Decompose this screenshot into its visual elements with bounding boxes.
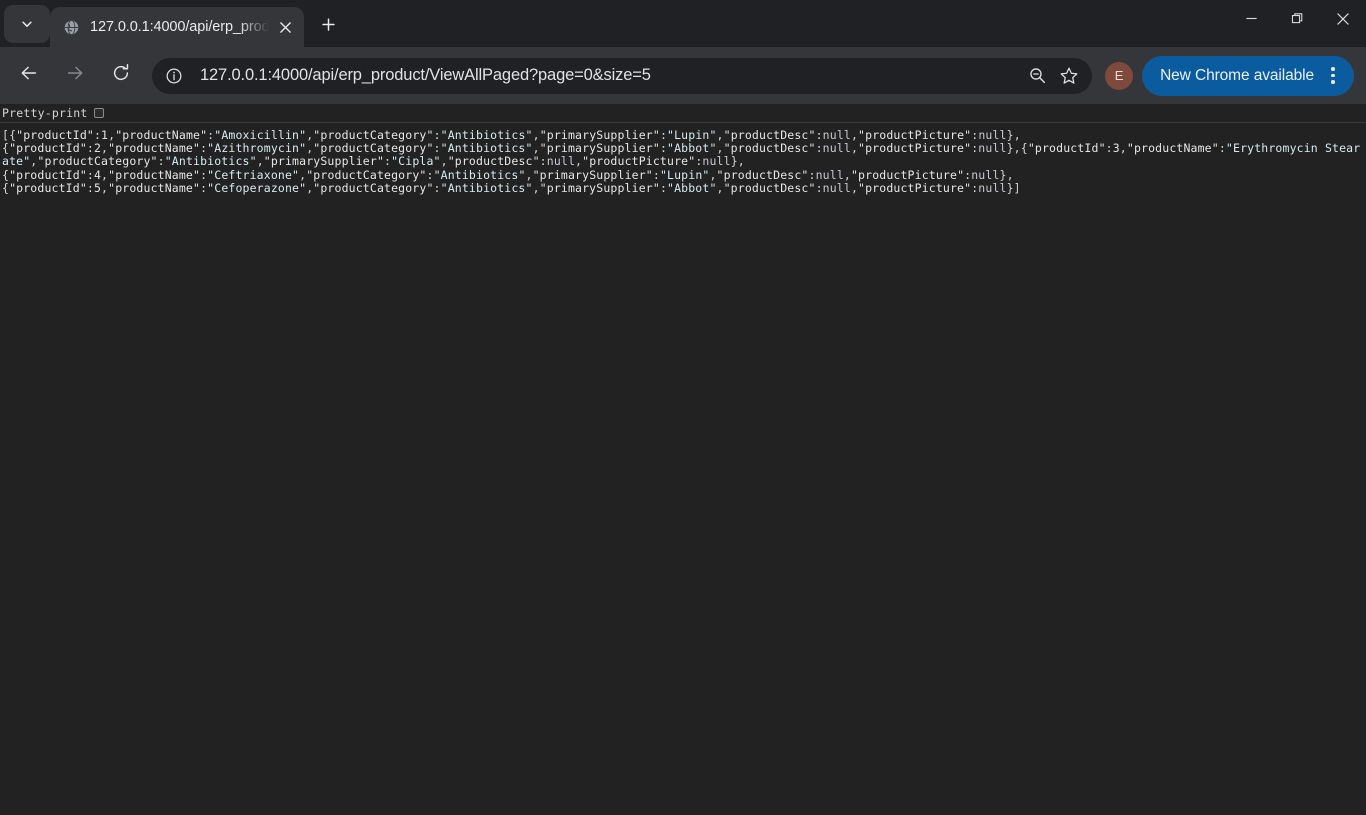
kebab-menu-icon[interactable] (1316, 59, 1350, 93)
info-circle-icon[interactable] (160, 62, 188, 90)
chrome-update-button[interactable]: New Chrome available (1142, 55, 1354, 96)
plus-icon (321, 17, 336, 37)
browser-tab[interactable]: 127.0.0.1:4000/api/erp_product/ (50, 7, 304, 47)
window-minimize-button[interactable] (1228, 0, 1274, 42)
reload-icon (111, 63, 131, 88)
minimize-icon (1245, 12, 1258, 30)
avatar[interactable]: E (1105, 61, 1134, 90)
url-text[interactable]: 127.0.0.1:4000/api/erp_product/ViewAllPa… (200, 66, 1022, 85)
browser-toolbar: 127.0.0.1:4000/api/erp_product/ViewAllPa… (0, 47, 1366, 104)
window-maximize-button[interactable] (1274, 0, 1320, 42)
new-tab-button[interactable] (311, 10, 345, 44)
forward-button[interactable] (57, 58, 93, 94)
window-controls (1228, 0, 1366, 42)
close-icon (1336, 12, 1350, 31)
back-button[interactable] (11, 58, 47, 94)
pretty-print-label: Pretty-print (2, 106, 88, 120)
restore-icon (1291, 12, 1304, 30)
chevron-down-icon (20, 17, 34, 31)
arrow-left-icon (19, 63, 39, 88)
magnifier-icon[interactable] (1022, 61, 1052, 91)
tab-search-button[interactable] (4, 5, 50, 43)
tab-strip: 127.0.0.1:4000/api/erp_product/ (0, 0, 1366, 47)
chrome-update-label: New Chrome available (1160, 66, 1314, 84)
page-content: Pretty-print [{"productId":1,"productNam… (0, 104, 1366, 815)
json-response-body: [{"productId":1,"productName":"Amoxicill… (2, 128, 1361, 195)
pretty-print-bar: Pretty-print (0, 104, 1366, 123)
tab-close-icon[interactable] (271, 13, 299, 41)
reload-button[interactable] (103, 58, 139, 94)
globe-icon (62, 18, 80, 36)
address-bar[interactable]: 127.0.0.1:4000/api/erp_product/ViewAllPa… (152, 57, 1093, 94)
tab-title: 127.0.0.1:4000/api/erp_product/ (90, 19, 271, 35)
arrow-right-icon (65, 63, 85, 88)
window-close-button[interactable] (1320, 0, 1366, 42)
pretty-print-checkbox[interactable] (94, 108, 105, 118)
star-icon[interactable] (1054, 61, 1084, 91)
